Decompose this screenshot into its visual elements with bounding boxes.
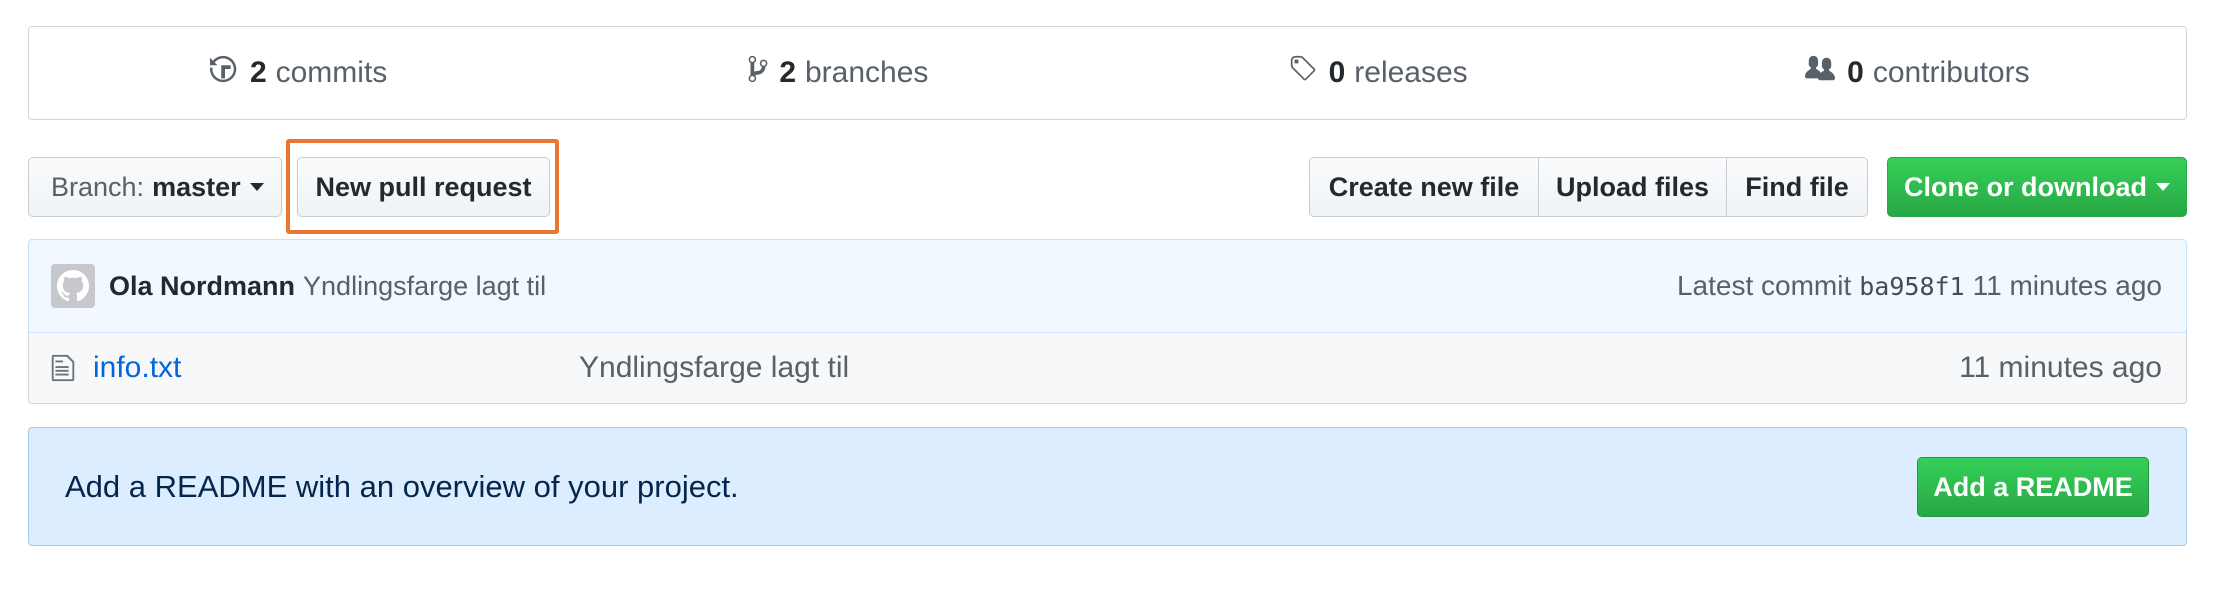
people-icon xyxy=(1803,54,1847,92)
git-branch-icon xyxy=(747,54,779,92)
branch-select-button[interactable]: Branch: master xyxy=(28,157,282,217)
new-pull-request-button[interactable]: New pull request xyxy=(297,157,550,217)
clone-or-download-button[interactable]: Clone or download xyxy=(1887,157,2187,217)
chevron-down-icon xyxy=(249,183,264,191)
commit-message[interactable]: Yndlingsfarge lagt til xyxy=(303,271,546,302)
upload-files-button[interactable]: Upload files xyxy=(1537,157,1728,217)
commit-meta: Latest commit ba958f1 11 minutes ago xyxy=(1677,270,2162,302)
numbers-summary: 2 commits 2 branches 0 releases 0 contri… xyxy=(28,26,2187,120)
readme-prompt: Add a README with an overview of your pr… xyxy=(28,427,2187,546)
latest-commit-label: Latest commit xyxy=(1676,270,1852,301)
latest-commit-bar: Ola Nordmann Yndlingsfarge lagt til Late… xyxy=(28,239,2187,333)
commits-count: 2 xyxy=(249,56,267,89)
chevron-down-icon xyxy=(2156,183,2170,191)
tag-icon xyxy=(1287,54,1329,92)
branches-link[interactable]: 2 branches xyxy=(568,54,1107,92)
file-row: info.txt Yndlingsfarge lagt til 11 minut… xyxy=(28,332,2187,404)
commit-author[interactable]: Ola Nordmann xyxy=(109,271,295,302)
contributors-label: contributors xyxy=(1872,56,2030,89)
commit-age: 11 minutes ago xyxy=(1972,270,2162,301)
find-file-button[interactable]: Find file xyxy=(1726,157,1868,217)
commits-link[interactable]: 2 commits xyxy=(29,54,568,92)
add-readme-button[interactable]: Add a README xyxy=(1917,457,2149,517)
readme-prompt-text: Add a README with an overview of your pr… xyxy=(65,468,739,504)
commit-sha[interactable]: ba958f1 xyxy=(1859,272,1964,301)
branch-prefix: Branch: xyxy=(51,171,145,202)
contributors-link[interactable]: 0 contributors xyxy=(1647,54,2186,92)
file-age: 11 minutes ago xyxy=(1959,351,2162,384)
branches-label: branches xyxy=(805,56,929,89)
clone-or-download-label: Clone or download xyxy=(1904,171,2147,202)
history-icon xyxy=(209,54,250,92)
create-new-file-button[interactable]: Create new file xyxy=(1309,157,1539,217)
commits-label: commits xyxy=(275,56,388,89)
file-text-icon xyxy=(51,353,81,383)
branch-name: master xyxy=(152,171,241,202)
releases-link[interactable]: 0 releases xyxy=(1108,54,1647,92)
file-commit-message[interactable]: Yndlingsfarge lagt til xyxy=(579,351,849,385)
octocat-avatar xyxy=(57,270,89,302)
file-actions-group: Create new file Upload files Find file xyxy=(1309,157,1868,217)
avatar[interactable] xyxy=(51,264,95,308)
releases-count: 0 xyxy=(1328,56,1346,89)
releases-label: releases xyxy=(1354,56,1468,89)
branches-count: 2 xyxy=(779,56,796,89)
file-name-link[interactable]: info.txt xyxy=(93,351,579,385)
contributors-count: 0 xyxy=(1847,56,1864,89)
